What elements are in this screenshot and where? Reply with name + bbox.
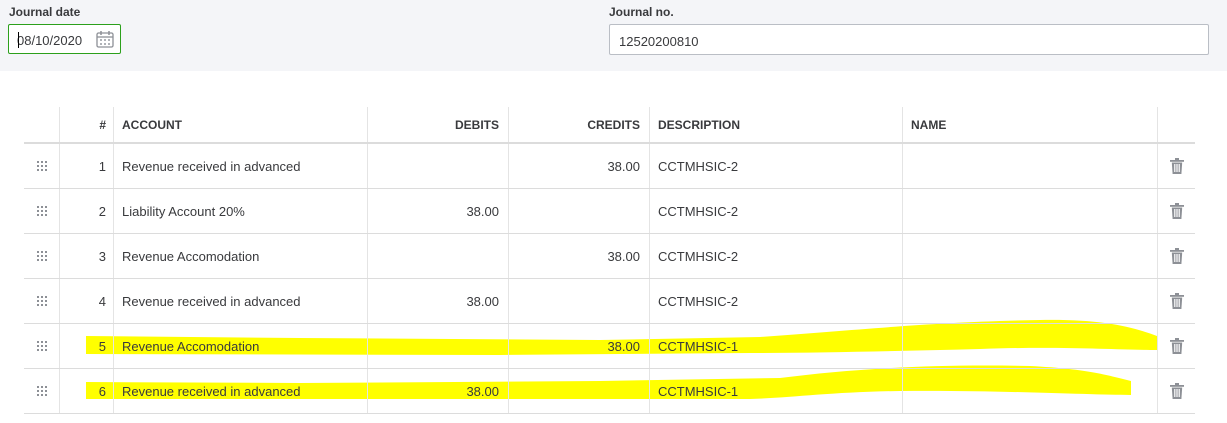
table-row[interactable]: 4 Revenue received in advanced 38.00 CCT… (24, 279, 1195, 324)
trash-icon[interactable] (1169, 158, 1184, 174)
journal-date-value[interactable]: 08/10/2020 (17, 33, 82, 48)
account-cell[interactable]: Revenue Accomodation (114, 234, 368, 278)
drag-handle[interactable] (24, 144, 60, 188)
table-row[interactable]: 1 Revenue received in advanced 38.00 CCT… (24, 144, 1195, 189)
row-number: 4 (60, 279, 114, 323)
column-header-account: ACCOUNT (114, 107, 368, 142)
text-cursor (18, 32, 19, 48)
delete-row-button[interactable] (1158, 234, 1195, 278)
name-cell[interactable] (903, 324, 1158, 368)
column-header-num: # (60, 107, 114, 142)
delete-row-button[interactable] (1158, 369, 1195, 413)
calendar-icon[interactable] (95, 29, 115, 49)
trash-icon[interactable] (1169, 203, 1184, 219)
column-header-credits: CREDITS (509, 107, 650, 142)
drag-handle-icon[interactable] (36, 251, 47, 261)
trash-icon[interactable] (1169, 338, 1184, 354)
drag-column-header (24, 107, 60, 142)
column-header-debits: DEBITS (368, 107, 509, 142)
account-cell[interactable]: Revenue received in advanced (114, 369, 368, 413)
drag-handle-icon[interactable] (36, 161, 47, 171)
description-cell[interactable]: CCTMHSIC-1 (650, 369, 903, 413)
table-row[interactable]: 6 Revenue received in advanced 38.00 CCT… (24, 369, 1195, 414)
delete-row-button[interactable] (1158, 279, 1195, 323)
description-cell[interactable]: CCTMHSIC-2 (650, 234, 903, 278)
drag-handle-icon[interactable] (36, 341, 47, 351)
row-number: 3 (60, 234, 114, 278)
table-header-row: # ACCOUNT DEBITS CREDITS DESCRIPTION NAM… (24, 107, 1195, 144)
account-cell[interactable]: Liability Account 20% (114, 189, 368, 233)
drag-handle[interactable] (24, 369, 60, 413)
account-cell[interactable]: Revenue Accomodation (114, 324, 368, 368)
row-number: 5 (60, 324, 114, 368)
name-cell[interactable] (903, 279, 1158, 323)
journal-no-field[interactable]: 12520200810 (609, 24, 1209, 55)
description-cell[interactable]: CCTMHSIC-2 (650, 279, 903, 323)
row-number: 2 (60, 189, 114, 233)
debits-cell[interactable]: 38.00 (368, 369, 509, 413)
credits-cell[interactable]: 38.00 (509, 324, 650, 368)
credits-cell[interactable] (509, 369, 650, 413)
name-cell[interactable] (903, 234, 1158, 278)
delete-row-button[interactable] (1158, 144, 1195, 188)
description-cell[interactable]: CCTMHSIC-2 (650, 144, 903, 188)
credits-cell[interactable] (509, 189, 650, 233)
account-cell[interactable]: Revenue received in advanced (114, 279, 368, 323)
account-cell[interactable]: Revenue received in advanced (114, 144, 368, 188)
table-row[interactable]: 5 Revenue Accomodation 38.00 CCTMHSIC-1 (24, 324, 1195, 369)
column-header-name: NAME (903, 107, 1158, 142)
name-cell[interactable] (903, 144, 1158, 188)
credits-cell[interactable]: 38.00 (509, 234, 650, 278)
debits-cell[interactable]: 38.00 (368, 189, 509, 233)
trash-icon[interactable] (1169, 293, 1184, 309)
delete-row-button[interactable] (1158, 189, 1195, 233)
description-cell[interactable]: CCTMHSIC-1 (650, 324, 903, 368)
journal-no-value[interactable]: 12520200810 (619, 34, 699, 49)
journal-date-field[interactable]: 08/10/2020 (8, 24, 121, 54)
journal-no-label: Journal no. (609, 5, 674, 19)
column-header-description: DESCRIPTION (650, 107, 903, 142)
drag-handle-icon[interactable] (36, 296, 47, 306)
delete-column-header (1158, 107, 1195, 142)
debits-cell[interactable]: 38.00 (368, 279, 509, 323)
debits-cell[interactable] (368, 144, 509, 188)
credits-cell[interactable] (509, 279, 650, 323)
journal-date-label: Journal date (9, 5, 81, 19)
debits-cell[interactable] (368, 234, 509, 278)
delete-row-button[interactable] (1158, 324, 1195, 368)
drag-handle[interactable] (24, 234, 60, 278)
drag-handle[interactable] (24, 324, 60, 368)
trash-icon[interactable] (1169, 248, 1184, 264)
row-number: 6 (60, 369, 114, 413)
drag-handle-icon[interactable] (36, 206, 47, 216)
table-row[interactable]: 2 Liability Account 20% 38.00 CCTMHSIC-2 (24, 189, 1195, 234)
debits-cell[interactable] (368, 324, 509, 368)
drag-handle[interactable] (24, 189, 60, 233)
credits-cell[interactable]: 38.00 (509, 144, 650, 188)
trash-icon[interactable] (1169, 383, 1184, 399)
journal-lines-table: # ACCOUNT DEBITS CREDITS DESCRIPTION NAM… (24, 107, 1195, 414)
name-cell[interactable] (903, 189, 1158, 233)
table-row[interactable]: 3 Revenue Accomodation 38.00 CCTMHSIC-2 (24, 234, 1195, 279)
name-cell[interactable] (903, 369, 1158, 413)
description-cell[interactable]: CCTMHSIC-2 (650, 189, 903, 233)
row-number: 1 (60, 144, 114, 188)
drag-handle[interactable] (24, 279, 60, 323)
drag-handle-icon[interactable] (36, 386, 47, 396)
